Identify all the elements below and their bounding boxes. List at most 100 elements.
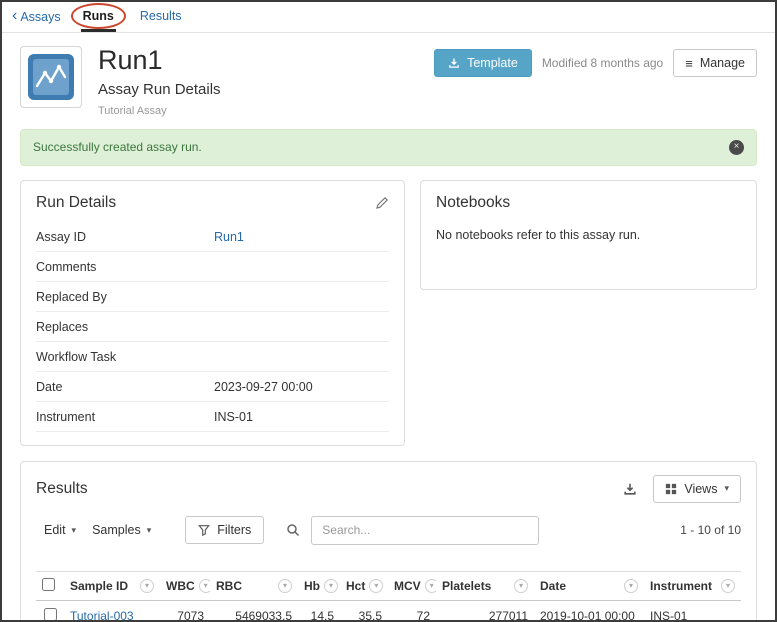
- manage-button[interactable]: ≡ Manage: [673, 49, 757, 77]
- notebooks-title: Notebooks: [436, 194, 510, 212]
- samples-button-label: Samples: [92, 523, 141, 537]
- column-header-hb[interactable]: Hb▾: [298, 571, 340, 600]
- header-actions: Template Modified 8 months ago ≡ Manage: [434, 46, 757, 117]
- notebooks-empty-text: No notebooks refer to this assay run.: [436, 228, 741, 242]
- manage-button-label: Manage: [700, 56, 745, 70]
- column-menu-icon[interactable]: ▾: [199, 579, 210, 593]
- assay-name-label: Tutorial Assay: [98, 105, 221, 117]
- template-button-label: Template: [467, 56, 518, 70]
- column-header-date[interactable]: Date▾: [534, 571, 644, 600]
- field-label: Replaces: [36, 320, 214, 334]
- assays-back-link[interactable]: ‹ Assays: [12, 2, 61, 32]
- cell-hb: 14.5: [298, 600, 340, 622]
- column-header-mcv[interactable]: MCV▾: [388, 571, 436, 600]
- cell-date: 2019-10-01 00:00: [534, 600, 644, 622]
- export-button[interactable]: [619, 478, 641, 500]
- field-label: Instrument: [36, 410, 214, 424]
- column-header-wbc[interactable]: WBC▾: [160, 571, 210, 600]
- column-menu-icon[interactable]: ▾: [514, 579, 528, 593]
- alert-close-icon[interactable]: ×: [729, 140, 744, 155]
- sample-link[interactable]: Tutorial-003: [70, 609, 134, 622]
- assays-back-label: Assays: [20, 10, 60, 24]
- row-checkbox[interactable]: [44, 608, 57, 621]
- run-details-panel: Run Details Assay ID Run1 Comments Repla…: [20, 180, 405, 446]
- field-label: Comments: [36, 260, 214, 274]
- field-row-replaces: Replaces: [36, 312, 389, 342]
- edit-pencil-icon[interactable]: [375, 196, 389, 210]
- run-header: Run1 Assay Run Details Tutorial Assay Te…: [2, 33, 775, 127]
- column-menu-icon[interactable]: ▾: [721, 579, 735, 593]
- assay-run-icon: [20, 46, 82, 108]
- column-header-hct[interactable]: Hct▾: [340, 571, 388, 600]
- run-details-title: Run Details: [36, 194, 116, 212]
- cell-platelets: 277011: [436, 600, 534, 622]
- cell-rbc: 5469033.5: [210, 600, 298, 622]
- field-label: Date: [36, 380, 214, 394]
- field-value: INS-01: [214, 410, 253, 424]
- results-toolbar: Edit ▾ Samples ▾ Filters 1 - 10 of 10: [36, 516, 741, 545]
- search-icon: [286, 523, 300, 537]
- views-dropdown-button[interactable]: Views ▾: [653, 475, 741, 503]
- field-row-instrument: Instrument INS-01: [36, 402, 389, 432]
- assay-run-page: ‹ Assays Runs Results Run1 Assay Run Det…: [0, 0, 777, 622]
- field-row-comments: Comments: [36, 252, 389, 282]
- samples-dropdown-button[interactable]: Samples ▾: [84, 517, 159, 543]
- field-row-workflow-task: Workflow Task: [36, 342, 389, 372]
- tab-results-label: Results: [140, 9, 182, 23]
- field-label: Replaced By: [36, 290, 214, 304]
- field-value: 2023-09-27 00:00: [214, 380, 313, 394]
- chevron-left-icon: ‹: [12, 8, 17, 24]
- column-header-sample-id[interactable]: Sample ID▾: [64, 571, 160, 600]
- tab-runs[interactable]: Runs: [81, 2, 116, 32]
- column-header-instrument[interactable]: Instrument▾: [644, 571, 741, 600]
- edit-button-label: Edit: [44, 523, 66, 537]
- run-details-fields: Assay ID Run1 Comments Replaced By Repla…: [36, 222, 389, 432]
- caret-down-icon: ▾: [72, 526, 77, 535]
- results-title: Results: [36, 480, 88, 498]
- results-table: Sample ID▾ WBC▾ RBC▾ Hb▾ Hct▾ MCV▾ Plate…: [36, 571, 741, 622]
- views-button-label: Views: [684, 482, 717, 496]
- page-subtitle: Assay Run Details: [98, 81, 221, 98]
- pagination-label: 1 - 10 of 10: [680, 523, 741, 537]
- field-label: Assay ID: [36, 230, 214, 244]
- template-button[interactable]: Template: [434, 49, 532, 77]
- filters-button[interactable]: Filters: [185, 516, 264, 544]
- modified-timestamp: Modified 8 months ago: [542, 49, 663, 78]
- success-alert: Successfully created assay run. ×: [20, 129, 757, 166]
- tab-results[interactable]: Results: [138, 2, 184, 32]
- assay-id-link[interactable]: Run1: [214, 230, 244, 244]
- column-menu-icon[interactable]: ▾: [324, 579, 338, 593]
- column-menu-icon[interactable]: ▾: [278, 579, 292, 593]
- table-row: Tutorial-003 7073 5469033.5 14.5 35.5 72…: [36, 600, 741, 622]
- column-menu-icon[interactable]: ▾: [369, 579, 383, 593]
- select-all-checkbox[interactable]: [42, 578, 55, 591]
- panels-row: Run Details Assay ID Run1 Comments Repla…: [20, 180, 757, 446]
- page-title: Run1: [98, 46, 221, 76]
- column-menu-icon[interactable]: ▾: [140, 579, 154, 593]
- field-row-replaced-by: Replaced By: [36, 282, 389, 312]
- success-alert-message: Successfully created assay run.: [33, 140, 202, 154]
- field-label: Workflow Task: [36, 350, 214, 364]
- column-menu-icon[interactable]: ▾: [624, 579, 638, 593]
- cell-wbc: 7073: [160, 600, 210, 622]
- cell-instrument: INS-01: [644, 600, 741, 622]
- column-header-platelets[interactable]: Platelets▾: [436, 571, 534, 600]
- filter-funnel-icon: [198, 524, 210, 536]
- field-row-assay-id: Assay ID Run1: [36, 222, 389, 252]
- caret-down-icon: ▾: [724, 484, 729, 493]
- caret-down-icon: ▾: [147, 526, 152, 535]
- column-header-rbc[interactable]: RBC▾: [210, 571, 298, 600]
- cell-mcv: 72: [388, 600, 436, 622]
- notebooks-panel: Notebooks No notebooks refer to this ass…: [420, 180, 757, 290]
- grid-icon: [665, 483, 677, 495]
- search-input[interactable]: [311, 516, 539, 545]
- filters-button-label: Filters: [217, 523, 251, 537]
- column-menu-icon[interactable]: ▾: [425, 579, 436, 593]
- top-nav: ‹ Assays Runs Results: [2, 2, 775, 33]
- header-titles: Run1 Assay Run Details Tutorial Assay: [98, 46, 221, 117]
- cell-hct: 35.5: [340, 600, 388, 622]
- edit-dropdown-button[interactable]: Edit ▾: [36, 517, 84, 543]
- tab-runs-label: Runs: [83, 9, 114, 23]
- download-icon: [448, 57, 460, 69]
- table-header-row: Sample ID▾ WBC▾ RBC▾ Hb▾ Hct▾ MCV▾ Plate…: [36, 571, 741, 600]
